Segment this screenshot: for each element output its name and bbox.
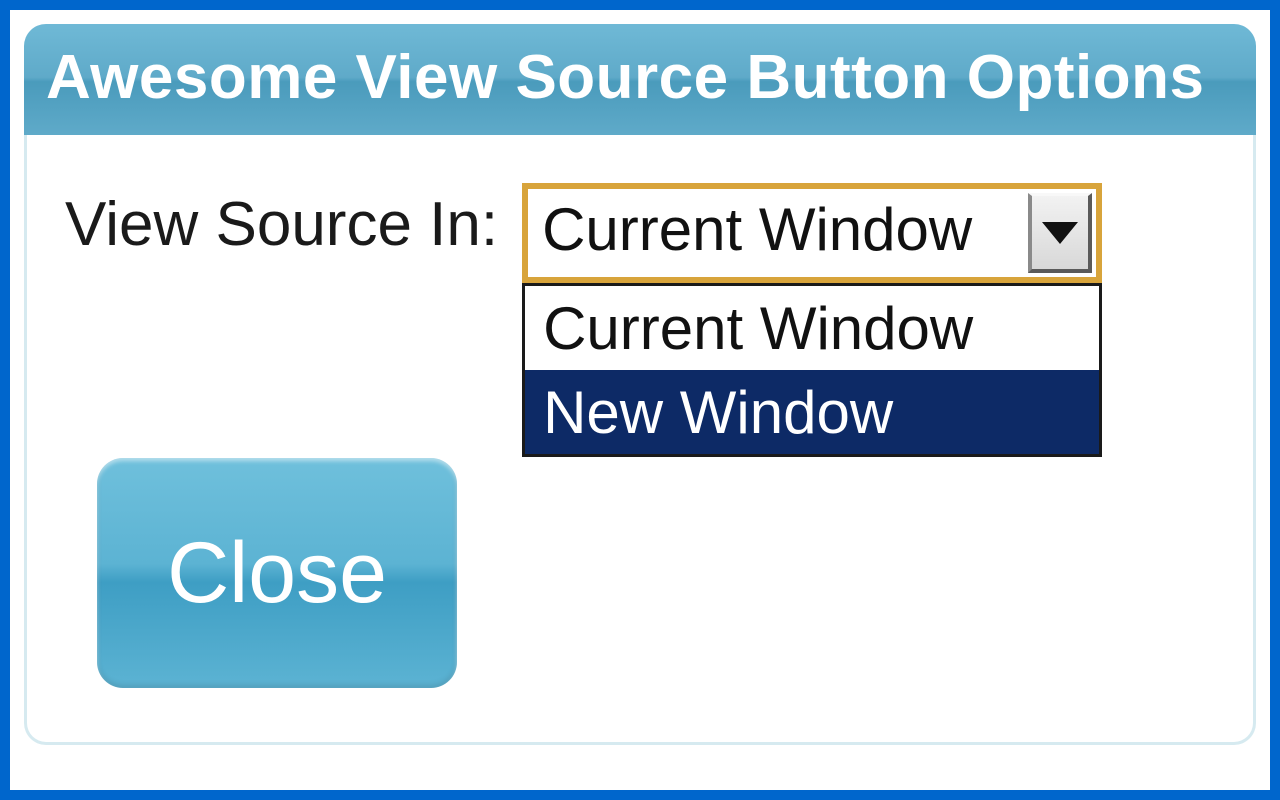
options-dialog: Awesome View Source Button Options View … [0,0,1280,800]
dialog-title: Awesome View Source Button Options [24,24,1256,135]
chevron-down-icon [1042,222,1078,244]
view-source-select[interactable]: Current Window [522,183,1102,283]
dropdown-arrow-button[interactable] [1028,193,1092,273]
view-source-dropdown: Current Window New Window [522,283,1102,457]
view-source-select-value: Current Window [528,189,1024,277]
view-source-label: View Source In: [65,183,498,260]
view-source-row: View Source In: Current Window Current W… [65,183,1209,283]
dialog-content: View Source In: Current Window Current W… [24,135,1256,745]
view-source-select-wrap: Current Window Current Window New Window [522,183,1102,283]
dropdown-option-current-window[interactable]: Current Window [525,286,1099,370]
close-button[interactable]: Close [97,458,457,688]
dropdown-option-new-window[interactable]: New Window [525,370,1099,454]
